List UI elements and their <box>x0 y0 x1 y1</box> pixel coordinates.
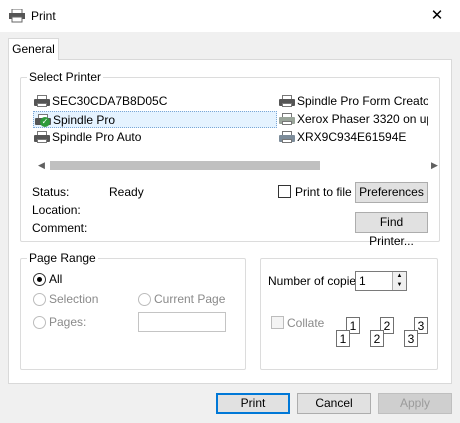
collate-page: 3 <box>404 330 418 347</box>
collate-page: 2 <box>370 330 384 347</box>
printer-icon <box>34 95 50 107</box>
printer-name: XRX9C934E61594E <box>297 130 407 144</box>
default-printer-icon: ✓ <box>35 114 51 127</box>
pages-input[interactable] <box>138 312 226 332</box>
pages-label: Pages: <box>49 315 87 329</box>
network-printer-icon <box>279 113 295 125</box>
printer-name: Spindle Pro Auto <box>52 130 142 144</box>
selection-label: Selection <box>49 292 99 306</box>
cancel-button[interactable]: Cancel <box>297 393 371 414</box>
all-label: All <box>49 272 63 286</box>
page-range-group: Page Range All Selection Current Page Pa… <box>20 251 246 370</box>
horizontal-scrollbar[interactable]: ◀ ▶ <box>33 157 443 174</box>
window-title: Print <box>31 9 56 23</box>
selection-radio[interactable] <box>33 293 46 306</box>
printer-icon <box>9 8 25 23</box>
collate-page: 1 <box>336 330 350 347</box>
list-item[interactable]: SEC30CDA7B8D05C <box>33 93 273 110</box>
list-item[interactable]: Xerox Phaser 3320 on up <box>278 111 428 128</box>
apply-button[interactable]: Apply <box>378 393 452 414</box>
list-item[interactable]: Spindle Pro Form Creato <box>278 93 428 110</box>
collate-checkbox[interactable] <box>271 316 284 329</box>
printer-name: SEC30CDA7B8D05C <box>52 94 168 108</box>
print-to-file-checkbox[interactable] <box>278 185 291 198</box>
fax-printer-icon <box>279 131 295 143</box>
comment-label: Comment: <box>32 221 88 235</box>
close-button[interactable]: ✕ <box>414 0 460 32</box>
scroll-right-icon[interactable]: ▶ <box>426 157 443 174</box>
printer-name: Spindle Pro Form Creato <box>297 94 428 108</box>
pages-radio[interactable] <box>33 316 46 329</box>
status-label: Status: <box>32 185 70 199</box>
find-printer-button[interactable]: Find Printer... <box>355 212 428 248</box>
location-label: Location: <box>32 203 81 217</box>
printer-icon <box>34 131 50 143</box>
print-to-file-label: Print to file <box>295 185 352 199</box>
title-bar: Print ✕ <box>0 0 460 32</box>
copies-stepper[interactable]: 1 ▲ ▼ <box>355 271 407 291</box>
preferences-button[interactable]: Preferences <box>355 182 428 203</box>
copies-value: 1 <box>359 274 366 288</box>
select-printer-label: Select Printer <box>27 70 104 84</box>
printer-list[interactable]: SEC30CDA7B8D05C Spindle Pro Form Creato … <box>33 93 431 155</box>
list-item[interactable]: Spindle Pro Auto <box>33 129 273 146</box>
collate-illustration: 1 1 2 2 3 3 <box>328 317 433 351</box>
printer-name: Xerox Phaser 3320 on up <box>297 112 428 126</box>
printer-icon <box>279 95 295 107</box>
list-item[interactable]: XRX9C934E61594E <box>278 129 428 146</box>
scrollbar-thumb[interactable] <box>50 161 320 170</box>
tab-general[interactable]: General <box>8 38 59 60</box>
number-of-copies-label: Number of copies: <box>268 274 366 288</box>
status-value: Ready <box>109 185 144 199</box>
printer-name: Spindle Pro <box>53 113 116 127</box>
current-page-label: Current Page <box>154 292 226 306</box>
page-range-label: Page Range <box>27 251 98 265</box>
select-printer-group: Select Printer SEC30CDA7B8D05C Spindle P… <box>20 70 443 248</box>
close-icon: ✕ <box>430 7 444 24</box>
spin-down-icon[interactable]: ▼ <box>392 281 406 290</box>
print-button[interactable]: Print <box>216 393 290 414</box>
scroll-left-icon[interactable]: ◀ <box>33 157 50 174</box>
current-page-radio[interactable] <box>138 293 151 306</box>
all-radio[interactable] <box>33 273 46 286</box>
list-item-selected[interactable]: ✓ Spindle Pro <box>33 111 277 128</box>
spin-up-icon[interactable]: ▲ <box>392 272 406 281</box>
collate-label: Collate <box>287 316 325 330</box>
